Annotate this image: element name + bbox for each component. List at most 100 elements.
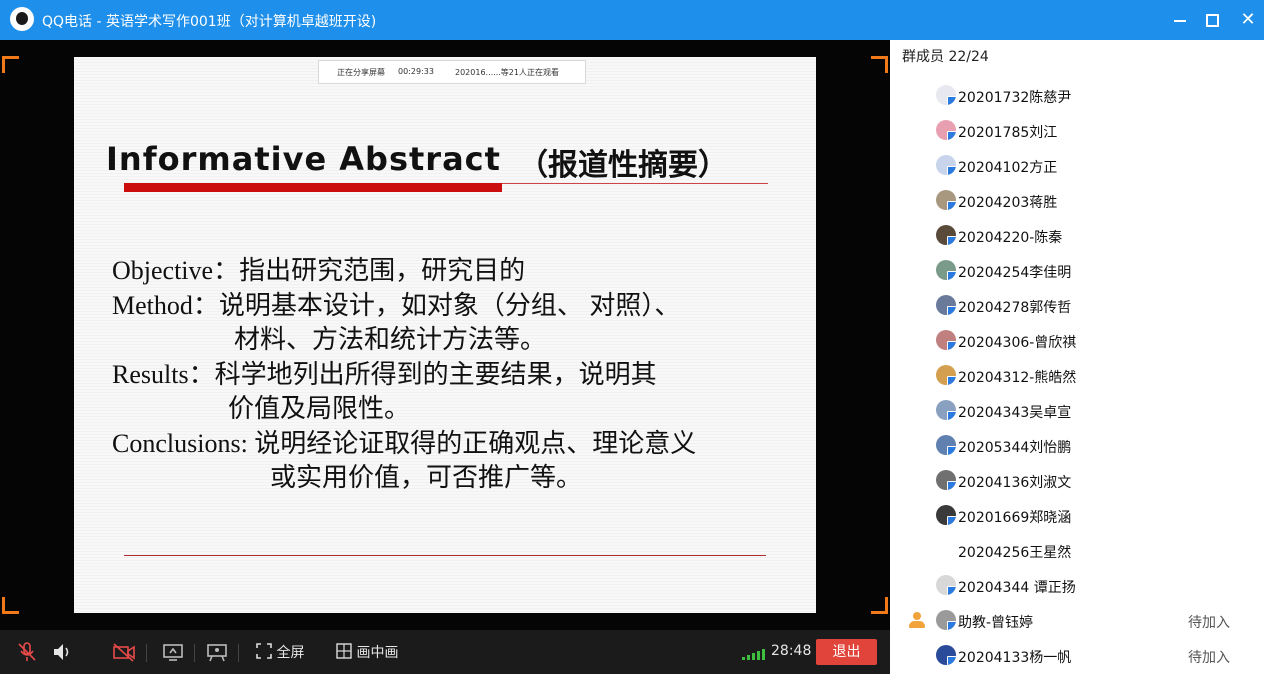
avatar xyxy=(936,120,956,140)
device-badge-icon xyxy=(947,411,956,420)
member-row[interactable]: 20204203蒋胜 xyxy=(890,186,1264,216)
fullscreen-button[interactable]: 全屏 xyxy=(256,642,304,662)
exit-call-button[interactable]: 退出 xyxy=(816,639,877,665)
avatar xyxy=(936,330,956,350)
member-list-panel: 群成员 22/24 20201732陈慈尹 20201785刘江 20204102方… xyxy=(890,40,1264,674)
slide-line: 材料、方法和统计方法等。 xyxy=(234,325,547,354)
device-badge-icon xyxy=(947,271,956,280)
device-badge-icon xyxy=(947,96,956,105)
avatar xyxy=(936,295,956,315)
slide-line: Objective：指出研究范围，研究目的 xyxy=(112,256,526,285)
member-row[interactable]: 20204278郭传哲 xyxy=(890,291,1264,321)
divider xyxy=(146,644,147,662)
member-name: 20204256王星然 xyxy=(958,545,1072,561)
member-name: 20204133杨一帆 xyxy=(958,650,1072,666)
avatar xyxy=(936,260,956,280)
member-row[interactable]: 20201785刘江 xyxy=(890,116,1264,146)
member-row[interactable]: 20205344刘怡鹏 xyxy=(890,431,1264,461)
member-name: 20204312-熊皓然 xyxy=(958,370,1077,386)
pip-button[interactable]: 画中画 xyxy=(336,642,398,662)
member-name: 20204278郭传哲 xyxy=(958,300,1072,316)
device-badge-icon xyxy=(947,376,956,385)
member-name: 20204220-陈秦 xyxy=(958,230,1063,246)
member-status: 待加入 xyxy=(1188,650,1230,666)
title-bar: QQ电话 - 英语学术写作001班（对计算机卓越班开设) ✕ xyxy=(0,0,1264,40)
member-row[interactable]: 20201669郑晓涵 xyxy=(890,501,1264,531)
device-badge-icon xyxy=(947,656,956,665)
qq-logo-icon xyxy=(10,7,34,31)
signal-strength-icon xyxy=(742,648,768,660)
corner-marker xyxy=(2,597,19,614)
member-name: 20201785刘江 xyxy=(958,125,1058,141)
slide-line: Method：说明基本设计，如对象（分组、 对照）、 xyxy=(112,291,681,320)
member-row[interactable]: 20204136刘淑文 xyxy=(890,466,1264,496)
device-badge-icon xyxy=(947,621,956,630)
device-badge-icon xyxy=(947,586,956,595)
minimize-icon[interactable] xyxy=(1168,8,1192,32)
avatar xyxy=(936,435,956,455)
shared-screen-view[interactable]: 正在分享屏幕 00:29:33 202016......等21人正在观看 Inf… xyxy=(0,40,890,630)
slide-title-chinese: （报道性摘要） xyxy=(518,148,728,183)
member-name: 20204254李佳明 xyxy=(958,265,1072,281)
slide-line: Conclusions: 说明经论证取得的正确观点、理论意义 xyxy=(112,429,697,458)
avatar xyxy=(936,365,956,385)
member-status: 待加入 xyxy=(1188,615,1230,631)
device-badge-icon xyxy=(947,166,956,175)
member-row[interactable]: 20204102方正 xyxy=(890,151,1264,181)
pip-label: 画中画 xyxy=(356,645,399,661)
avatar xyxy=(936,400,956,420)
mic-muted-icon[interactable] xyxy=(16,642,38,662)
member-row[interactable]: 20204306-曾欣祺 xyxy=(890,326,1264,356)
title-underline-bar xyxy=(124,183,502,192)
speaker-icon[interactable] xyxy=(52,642,74,662)
screen-share-status-bar: 正在分享屏幕 00:29:33 202016......等21人正在观看 xyxy=(318,60,586,84)
maximize-icon[interactable] xyxy=(1200,8,1224,32)
avatar xyxy=(936,225,956,245)
device-badge-icon xyxy=(947,236,956,245)
call-controls-bar: 全屏 画中画 28:48 退出 xyxy=(0,630,890,674)
member-name: 20201732陈慈尹 xyxy=(958,90,1072,106)
slide-line: 或实用价值，可否推广等。 xyxy=(270,463,583,492)
member-name: 20201669郑晓涵 xyxy=(958,510,1072,526)
avatar xyxy=(936,575,956,595)
slide-line: Results：科学地列出所得到的主要结果，说明其 xyxy=(112,360,657,389)
device-badge-icon xyxy=(947,131,956,140)
device-badge-icon xyxy=(947,446,956,455)
device-badge-icon xyxy=(947,306,956,315)
member-name: 20204344 谭正扬 xyxy=(958,580,1076,596)
window-title: QQ电话 - 英语学术写作001班（对计算机卓越班开设) xyxy=(42,14,377,30)
avatar xyxy=(936,645,956,665)
avatar xyxy=(936,505,956,525)
divider xyxy=(238,644,239,662)
member-name: 20204306-曾欣祺 xyxy=(958,335,1077,351)
avatar xyxy=(936,610,956,630)
corner-marker xyxy=(871,597,888,614)
member-row[interactable]: 20201732陈慈尹 xyxy=(890,81,1264,111)
member-name: 20204203蒋胜 xyxy=(958,195,1058,211)
whiteboard-icon[interactable] xyxy=(206,642,228,662)
member-name: 20204343吴卓宣 xyxy=(958,405,1072,421)
member-row[interactable]: 助教-曾钰婷 待加入 xyxy=(890,606,1264,636)
avatar xyxy=(936,190,956,210)
share-viewers: 202016......等21人正在观看 xyxy=(455,68,559,77)
member-row[interactable]: 20204343吴卓宣 xyxy=(890,396,1264,426)
member-row[interactable]: 20204344 谭正扬 xyxy=(890,571,1264,601)
camera-off-icon[interactable] xyxy=(112,642,136,662)
slide-line: 价值及局限性。 xyxy=(228,394,411,423)
member-name: 20204136刘淑文 xyxy=(958,475,1072,491)
member-row[interactable]: 20204256王星然 xyxy=(890,536,1264,566)
screen-share-icon[interactable] xyxy=(162,642,184,662)
member-row[interactable]: 20204220-陈秦 xyxy=(890,221,1264,251)
fullscreen-label: 全屏 xyxy=(276,645,305,661)
member-row[interactable]: 20204133杨一帆 待加入 xyxy=(890,641,1264,671)
corner-marker xyxy=(2,56,19,73)
close-icon[interactable]: ✕ xyxy=(1236,8,1260,32)
member-name: 20205344刘怡鹏 xyxy=(958,440,1072,456)
share-duration: 00:29:33 xyxy=(398,67,434,76)
title-underline-line xyxy=(502,183,768,184)
member-row[interactable]: 20204312-熊皓然 xyxy=(890,361,1264,391)
slide-bottom-rule xyxy=(124,555,766,556)
member-row[interactable]: 20204254李佳明 xyxy=(890,256,1264,286)
device-badge-icon xyxy=(947,481,956,490)
presentation-slide: 正在分享屏幕 00:29:33 202016......等21人正在观看 Inf… xyxy=(74,57,816,613)
